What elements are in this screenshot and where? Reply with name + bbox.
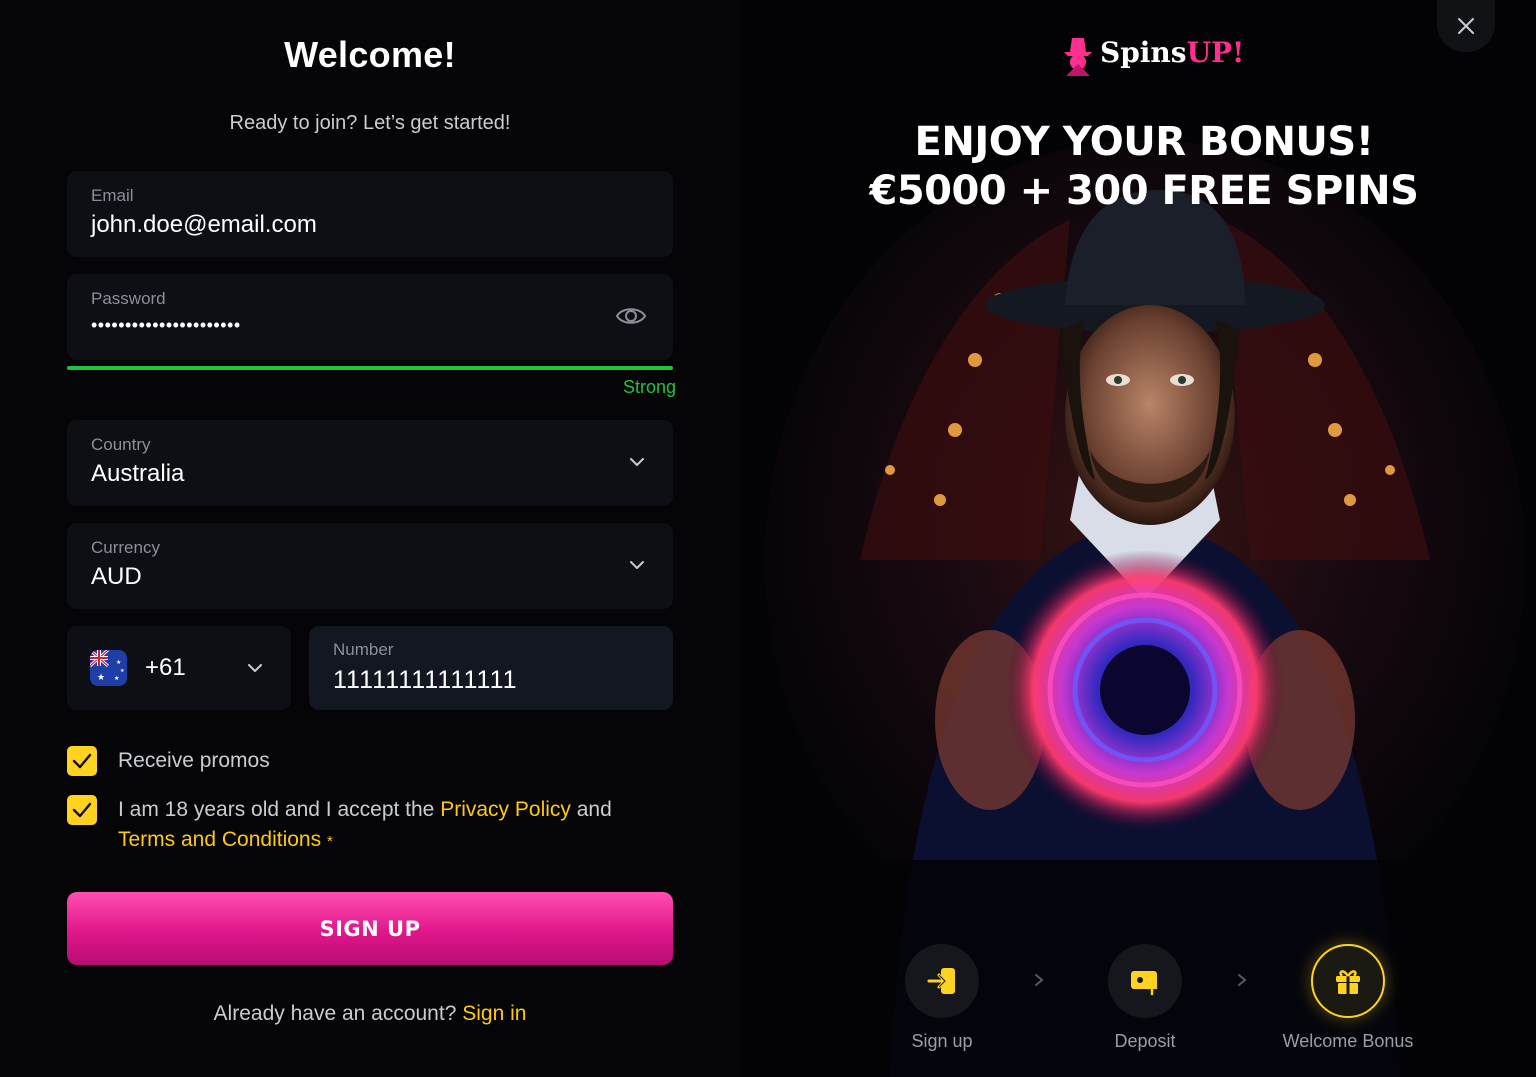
step-label-sign-up: Sign up — [911, 1031, 973, 1051]
currency-value: AUD — [91, 563, 142, 590]
password-field[interactable]: Password •••••••••••••••••••••• — [67, 274, 673, 360]
step-deposit — [1108, 944, 1182, 1018]
checkmark-icon — [72, 753, 92, 769]
email-field[interactable]: Email john.doe@email.com — [67, 171, 673, 257]
required-mark: * — [326, 833, 333, 850]
terms-checkbox[interactable] — [67, 795, 97, 825]
terms-middle: and — [570, 798, 612, 821]
sign-up-button[interactable]: SIGN UP — [67, 892, 673, 965]
signup-form-panel: Welcome! Ready to join? Let’s get starte… — [0, 0, 740, 1077]
bonus-headline-line1: ENJOY YOUR BONUS! — [914, 119, 1374, 165]
bonus-headline-line2: €5000 + 300 FREE SPINS — [869, 168, 1419, 214]
phone-number-label: Number — [333, 640, 394, 659]
logo-text: SpinsUP! — [1100, 36, 1245, 69]
svg-text:★: ★ — [116, 659, 121, 666]
signin-prompt: Already have an account? Sign in — [0, 1002, 740, 1026]
svg-text:★: ★ — [120, 668, 125, 674]
terms-label: I am 18 years old and I accept the Priva… — [118, 795, 638, 857]
privacy-policy-link[interactable]: Privacy Policy — [440, 798, 571, 821]
step-label-welcome-bonus: Welcome Bonus — [1282, 1031, 1414, 1051]
close-icon — [1458, 18, 1474, 34]
svg-text:★: ★ — [114, 675, 119, 682]
sign-in-arrow-icon — [927, 968, 955, 994]
step-label-deposit: Deposit — [1114, 1031, 1176, 1051]
form-subtitle: Ready to join? Let’s get started! — [229, 112, 511, 134]
phone-number-field[interactable]: Number 11111111111111 — [309, 626, 673, 710]
step-welcome-bonus — [1311, 944, 1385, 1018]
magician-hat-logo-icon — [1064, 38, 1092, 76]
email-label: Email — [91, 186, 134, 205]
australia-flag-icon: ★ ★ ★ ★ — [90, 650, 127, 686]
phone-number-value[interactable]: 11111111111111 — [333, 666, 518, 695]
currency-select[interactable]: Currency AUD — [67, 523, 673, 609]
form-title: Welcome! — [284, 34, 456, 75]
country-value: Australia — [91, 460, 185, 487]
chevron-down-icon[interactable] — [627, 555, 647, 575]
chevron-down-icon[interactable] — [627, 452, 647, 472]
svg-text:★: ★ — [97, 673, 105, 683]
email-value[interactable]: john.doe@email.com — [91, 211, 317, 239]
checkmark-icon — [72, 802, 92, 818]
terms-prefix: I am 18 years old and I accept the — [118, 798, 441, 821]
onboarding-steps: Sign up Deposit Welcome Bonus — [740, 940, 1536, 1060]
eye-icon[interactable] — [615, 302, 647, 330]
terms-conditions-link[interactable]: Terms and Conditions — [118, 828, 321, 851]
country-label: Country — [91, 435, 151, 454]
phone-code-select[interactable]: ★ ★ ★ ★ +61 — [67, 626, 291, 710]
phone-country-code: +61 — [145, 654, 186, 681]
currency-label: Currency — [91, 538, 160, 557]
password-value[interactable]: •••••••••••••••••••••• — [91, 315, 241, 336]
chevron-down-icon[interactable] — [245, 658, 265, 678]
password-label: Password — [91, 289, 166, 308]
gift-icon — [1336, 970, 1360, 994]
promo-panel: SpinsUP! ENJOY YOUR BONUS! €5000 + 300 F… — [740, 0, 1536, 1077]
promos-label: Receive promos — [118, 749, 270, 772]
signin-prompt-text: Already have an account? — [213, 1002, 463, 1025]
chevron-right-icon — [1035, 974, 1044, 986]
password-strength-bar — [67, 366, 673, 370]
promos-checkbox[interactable] — [67, 746, 97, 776]
close-button[interactable] — [1437, 0, 1495, 52]
bonus-headline: ENJOY YOUR BONUS! €5000 + 300 FREE SPINS — [740, 118, 1536, 216]
country-select[interactable]: Country Australia — [67, 420, 673, 506]
chevron-right-icon — [1238, 974, 1247, 986]
sign-in-link[interactable]: Sign in — [462, 1002, 526, 1025]
password-strength-text: Strong — [622, 377, 676, 397]
wallet-deposit-icon — [1131, 971, 1158, 996]
step-sign-up — [905, 944, 979, 1018]
spinsup-logo: SpinsUP! — [1056, 34, 1244, 78]
